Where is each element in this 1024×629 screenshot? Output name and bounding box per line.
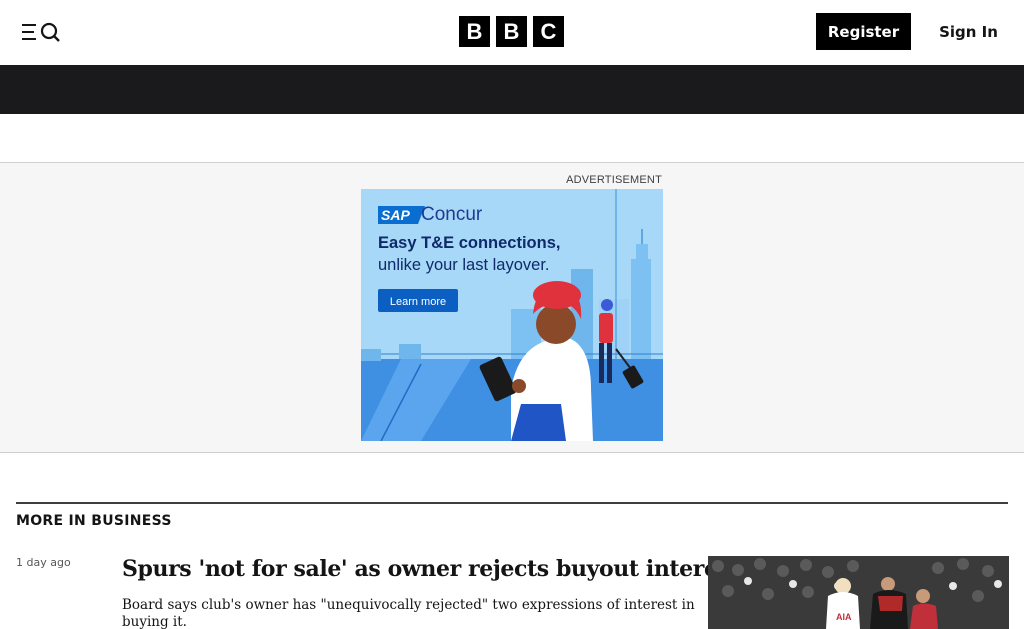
advertisement-label: ADVERTISEMENT: [566, 174, 662, 186]
football-photo: AIA: [708, 556, 1009, 629]
section-title: MORE IN BUSINESS: [16, 513, 172, 529]
ad-illustration: SAP Concur Easy T&E connections, unlike …: [361, 189, 663, 441]
logo-letter-b1: B: [459, 16, 490, 47]
menu-search-icon: [22, 22, 60, 42]
menu-search-button[interactable]: [15, 16, 67, 48]
story-timestamp: 1 day ago: [16, 556, 71, 569]
sign-in-button[interactable]: Sign In: [928, 14, 1009, 50]
section-divider: [16, 502, 1008, 504]
site-header: B B C Register Sign In: [0, 0, 1024, 65]
svg-text:AIA: AIA: [836, 612, 852, 622]
ad-brand-name: Concur: [421, 204, 483, 225]
story-image[interactable]: AIA: [708, 556, 1009, 629]
ad-cta-label: Learn more: [390, 296, 446, 308]
story-summary: Board says club's owner has "unequivocal…: [122, 597, 695, 629]
ad-subline: unlike your last layover.: [378, 256, 550, 274]
navigation-bar: [0, 65, 1024, 114]
logo-letter-c: C: [533, 16, 564, 47]
story-headline-link[interactable]: Spurs 'not for sale' as owner rejects bu…: [122, 556, 740, 583]
advertisement-banner[interactable]: SAP Concur Easy T&E connections, unlike …: [361, 189, 663, 441]
bbc-logo[interactable]: B B C: [459, 16, 566, 47]
ad-sap-logo-text: SAP: [381, 207, 410, 223]
logo-letter-b2: B: [496, 16, 527, 47]
ad-headline: Easy T&E connections,: [378, 234, 560, 252]
register-button[interactable]: Register: [816, 13, 911, 50]
